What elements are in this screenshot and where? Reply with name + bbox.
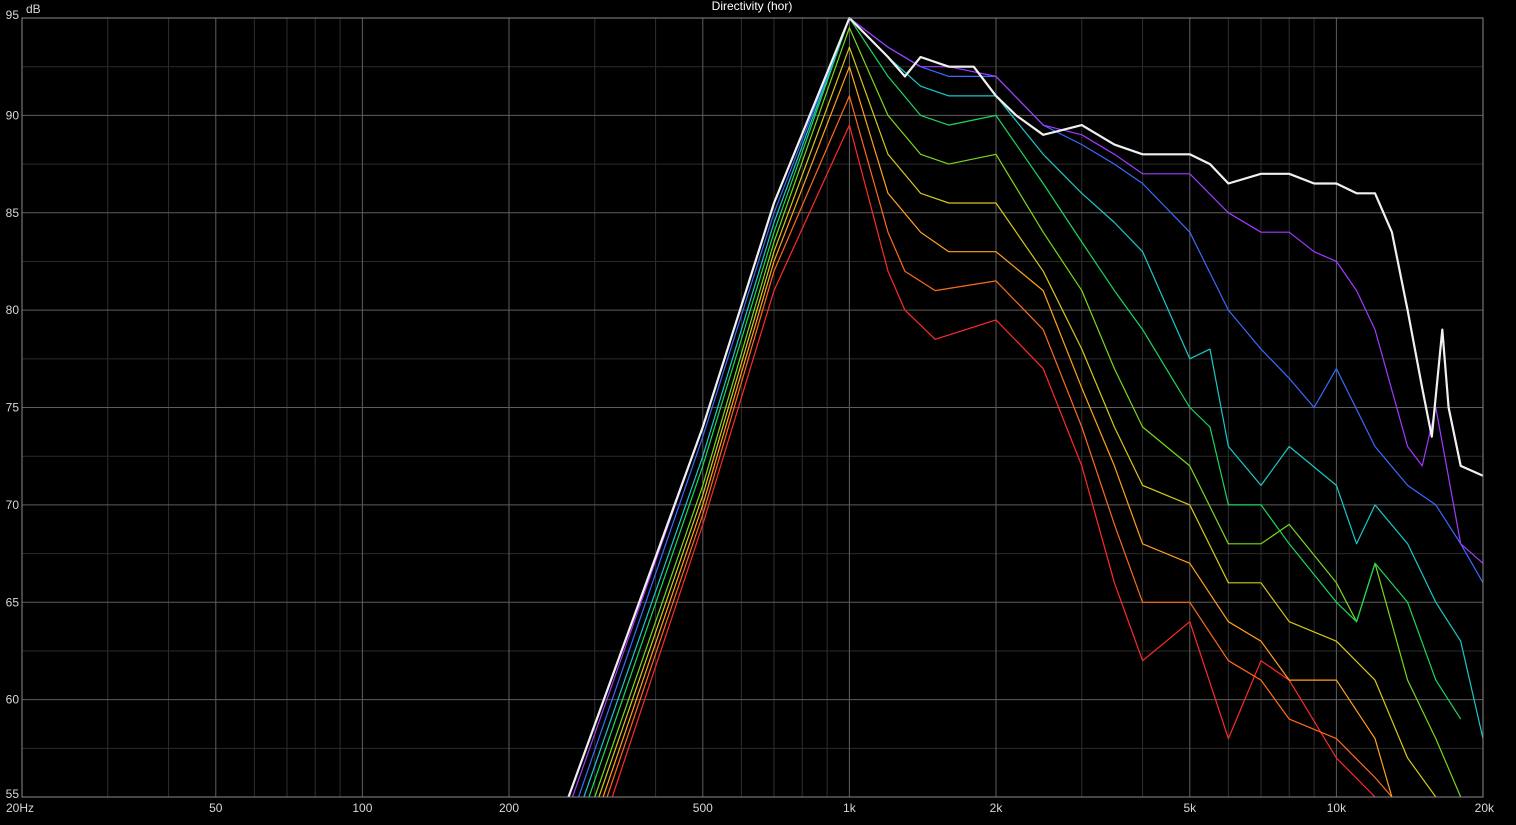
chart-title: Directivity (hor) — [712, 0, 793, 13]
x-tick-label: 10k — [1327, 801, 1347, 815]
x-tick-label: 5k — [1183, 801, 1197, 815]
y-tick-label: 70 — [6, 498, 20, 512]
x-tick-label: 50 — [209, 801, 223, 815]
y-tick-label: 55 — [6, 787, 20, 801]
y-tick-label: 60 — [6, 693, 20, 707]
chart-background — [0, 0, 1516, 825]
x-tick-label: 200 — [499, 801, 519, 815]
x-tick-label: 20k — [1475, 801, 1495, 815]
y-tick-label: 95 — [6, 8, 20, 22]
y-axis-unit-label: dB — [26, 2, 41, 16]
x-tick-label: 1k — [843, 801, 857, 815]
y-tick-label: 75 — [6, 401, 20, 415]
y-tick-label: 80 — [6, 303, 20, 317]
x-tick-label: 500 — [693, 801, 713, 815]
y-tick-label: 65 — [6, 595, 20, 609]
x-tick-label: 100 — [352, 801, 372, 815]
x-tick-label: 2k — [990, 801, 1004, 815]
y-tick-label: 85 — [6, 206, 20, 220]
directivity-chart: 95 90 85 80 75 70 65 60 55 20Hz 50 100 200 500 1k 2k 5k… — [0, 0, 1516, 825]
x-tick-label: 20Hz — [6, 801, 34, 815]
y-tick-label: 90 — [6, 108, 20, 122]
